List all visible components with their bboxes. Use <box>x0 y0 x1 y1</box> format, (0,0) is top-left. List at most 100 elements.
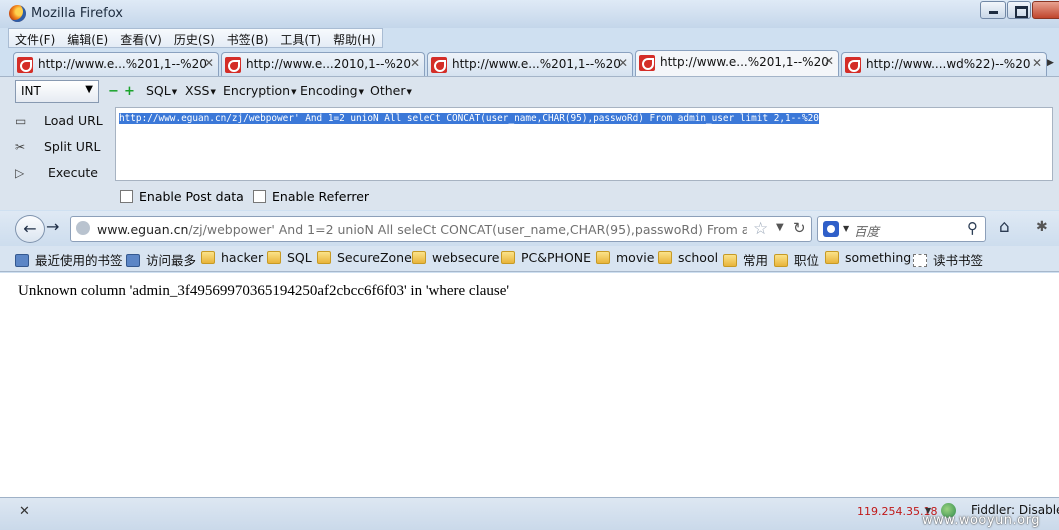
tab-title: http://www.e...%201,1--%20 <box>38 57 207 71</box>
hackbar-url-text: http://www.eguan.cn/zj/webpower' And 1=2… <box>119 113 819 124</box>
bookmark-item[interactable]: 访问最多 <box>126 250 196 269</box>
sql-error-message: Unknown column 'admin_3f4956997036519425… <box>18 283 510 299</box>
reload-icon[interactable]: ↻ <box>793 219 806 237</box>
hackbar-panel: INT ▼ − + SQL▼ XSS▼ Encryption▼ Encoding… <box>0 76 1059 210</box>
hackbar-menu-encoding[interactable]: Encoding▼ <box>300 83 364 98</box>
wooyun-watermark: www.wooyun.org <box>922 513 1041 528</box>
close-addon-bar-icon[interactable]: ✕ <box>19 504 30 519</box>
checkbox-icon <box>120 190 133 203</box>
browser-tab[interactable]: http://www.e...2010,1--%20 ✕ <box>221 52 425 76</box>
enable-referrer-checkbox[interactable]: Enable Referrer <box>253 189 369 204</box>
tab-title: http://www.e...%201,1--%20 <box>660 55 829 69</box>
url-history-dropdown-icon[interactable]: ▼ <box>776 222 784 233</box>
search-icon[interactable]: ⚲ <box>967 219 978 237</box>
bookmark-folder[interactable]: 职位 <box>774 250 819 269</box>
baidu-engine-icon[interactable] <box>823 221 839 237</box>
tab-title: http://www.e...%201,1--%20 <box>452 57 621 71</box>
site-favicon-icon <box>639 55 655 71</box>
folder-icon <box>267 251 281 264</box>
hackbar-menu-xss[interactable]: XSS▼ <box>185 83 216 98</box>
scissors-icon: ✂ <box>15 140 26 154</box>
hackbar-type-select[interactable]: INT ▼ <box>15 80 99 103</box>
menu-edit[interactable]: 编辑(E) <box>61 29 114 47</box>
site-favicon-icon <box>225 57 241 73</box>
page-icon <box>913 254 927 267</box>
url-bar[interactable]: www.eguan.cn/zj/webpower' And 1=2 unioN … <box>70 216 812 242</box>
bookmark-item[interactable]: 最近使用的书签 <box>15 250 123 269</box>
maximize-button[interactable] <box>1007 1 1031 19</box>
browser-tab[interactable]: http://www.e...%201,1--%20 ✕ <box>427 52 633 76</box>
menu-tools[interactable]: 工具(T) <box>274 29 327 47</box>
folder-icon <box>317 251 331 264</box>
site-identity-icon[interactable] <box>76 221 90 235</box>
search-input[interactable]: ▼ 百度 ⚲ <box>817 216 986 242</box>
bookmark-folder[interactable]: 常用 <box>723 250 768 269</box>
title-bar: Mozilla Firefox <box>0 0 1059 28</box>
smart-bookmark-icon <box>126 254 140 267</box>
bookmark-folder[interactable]: hacker <box>201 250 263 265</box>
folder-icon <box>723 254 737 267</box>
tab-close-icon[interactable]: ✕ <box>618 56 628 70</box>
browser-tab[interactable]: http://www....wd%22)--%20 ✕ <box>841 52 1047 76</box>
navigation-bar: ← → www.eguan.cn/zj/webpower' And 1=2 un… <box>0 211 1059 246</box>
menu-view[interactable]: 查看(V) <box>114 29 168 47</box>
bookmark-star-icon[interactable]: ☆ <box>753 219 768 239</box>
url-text: www.eguan.cn/zj/webpower' And 1=2 unioN … <box>97 222 747 237</box>
tab-close-icon[interactable]: ✕ <box>204 56 214 70</box>
menu-bookmarks[interactable]: 书签(B) <box>221 29 275 47</box>
play-icon: ▷ <box>15 166 25 180</box>
site-favicon-icon <box>845 57 861 73</box>
chevron-down-icon: ▼ <box>85 84 93 95</box>
folder-icon <box>201 251 215 264</box>
firefox-logo-icon <box>9 5 26 22</box>
smart-bookmark-icon <box>15 254 29 267</box>
tab-strip: http://www.e...%201,1--%20 ✕ http://www.… <box>0 50 1059 76</box>
tab-title: http://www....wd%22)--%20 <box>866 57 1031 71</box>
forward-arrow-icon[interactable]: → <box>46 217 59 236</box>
site-favicon-icon <box>431 57 447 73</box>
folder-icon <box>501 251 515 264</box>
folder-icon <box>596 251 610 264</box>
load-url-icon: ▭ <box>15 114 27 128</box>
increase-icon[interactable]: + <box>124 84 135 99</box>
close-window-button[interactable] <box>1032 1 1059 19</box>
menu-help[interactable]: 帮助(H) <box>327 29 381 47</box>
minimize-button[interactable] <box>980 1 1006 19</box>
bookmark-item[interactable]: 读书书签 <box>913 250 983 269</box>
bookmark-folder[interactable]: PC&PHONE <box>501 250 591 265</box>
search-engine-dropdown-icon[interactable]: ▼ <box>843 224 849 233</box>
browser-tab-active[interactable]: http://www.e...%201,1--%20 ✕ <box>635 50 839 76</box>
fiddler-icon[interactable]: ✱ <box>1036 219 1048 235</box>
tab-close-icon[interactable]: ✕ <box>1032 56 1042 70</box>
tab-scroll-right-icon[interactable]: ▶ <box>1047 58 1054 68</box>
status-bar: ✕ 119.254.35.18 ▼ Fiddler: Disable www.w… <box>0 497 1059 530</box>
site-favicon-icon <box>17 57 33 73</box>
home-icon[interactable]: ⌂ <box>999 217 1010 237</box>
tab-title: http://www.e...2010,1--%20 <box>246 57 412 71</box>
hackbar-menu-encryption[interactable]: Encryption▼ <box>223 83 297 98</box>
bookmark-folder[interactable]: SQL <box>267 250 312 265</box>
menu-file[interactable]: 文件(F) <box>9 29 61 47</box>
hackbar-menu-other[interactable]: Other▼ <box>370 83 412 98</box>
bookmark-folder[interactable]: something <box>825 250 911 265</box>
enable-post-checkbox[interactable]: Enable Post data <box>120 189 244 204</box>
bookmarks-toolbar: 最近使用的书签 访问最多 hacker SQL SecureZone webse… <box>0 246 1059 272</box>
bookmark-folder[interactable]: SecureZone <box>317 250 412 265</box>
hackbar-menu-sql[interactable]: SQL▼ <box>146 83 177 98</box>
folder-icon <box>658 251 672 264</box>
folder-icon <box>825 251 839 264</box>
menu-history[interactable]: 历史(S) <box>168 29 221 47</box>
hackbar-url-textarea[interactable]: http://www.eguan.cn/zj/webpower' And 1=2… <box>115 107 1053 181</box>
folder-icon <box>412 251 426 264</box>
decrease-icon[interactable]: − <box>108 84 119 99</box>
tab-close-icon[interactable]: ✕ <box>824 54 834 68</box>
bookmark-folder[interactable]: websecure <box>412 250 499 265</box>
bookmark-folder[interactable]: school <box>658 250 718 265</box>
browser-tab[interactable]: http://www.e...%201,1--%20 ✕ <box>13 52 219 76</box>
tab-close-icon[interactable]: ✕ <box>410 56 420 70</box>
page-content: Unknown column 'admin_3f4956997036519425… <box>0 273 1059 497</box>
bookmark-folder[interactable]: movie <box>596 250 654 265</box>
search-placeholder: 百度 <box>854 224 880 239</box>
back-arrow-icon[interactable]: ← <box>15 215 45 243</box>
window-title: Mozilla Firefox <box>31 6 123 21</box>
